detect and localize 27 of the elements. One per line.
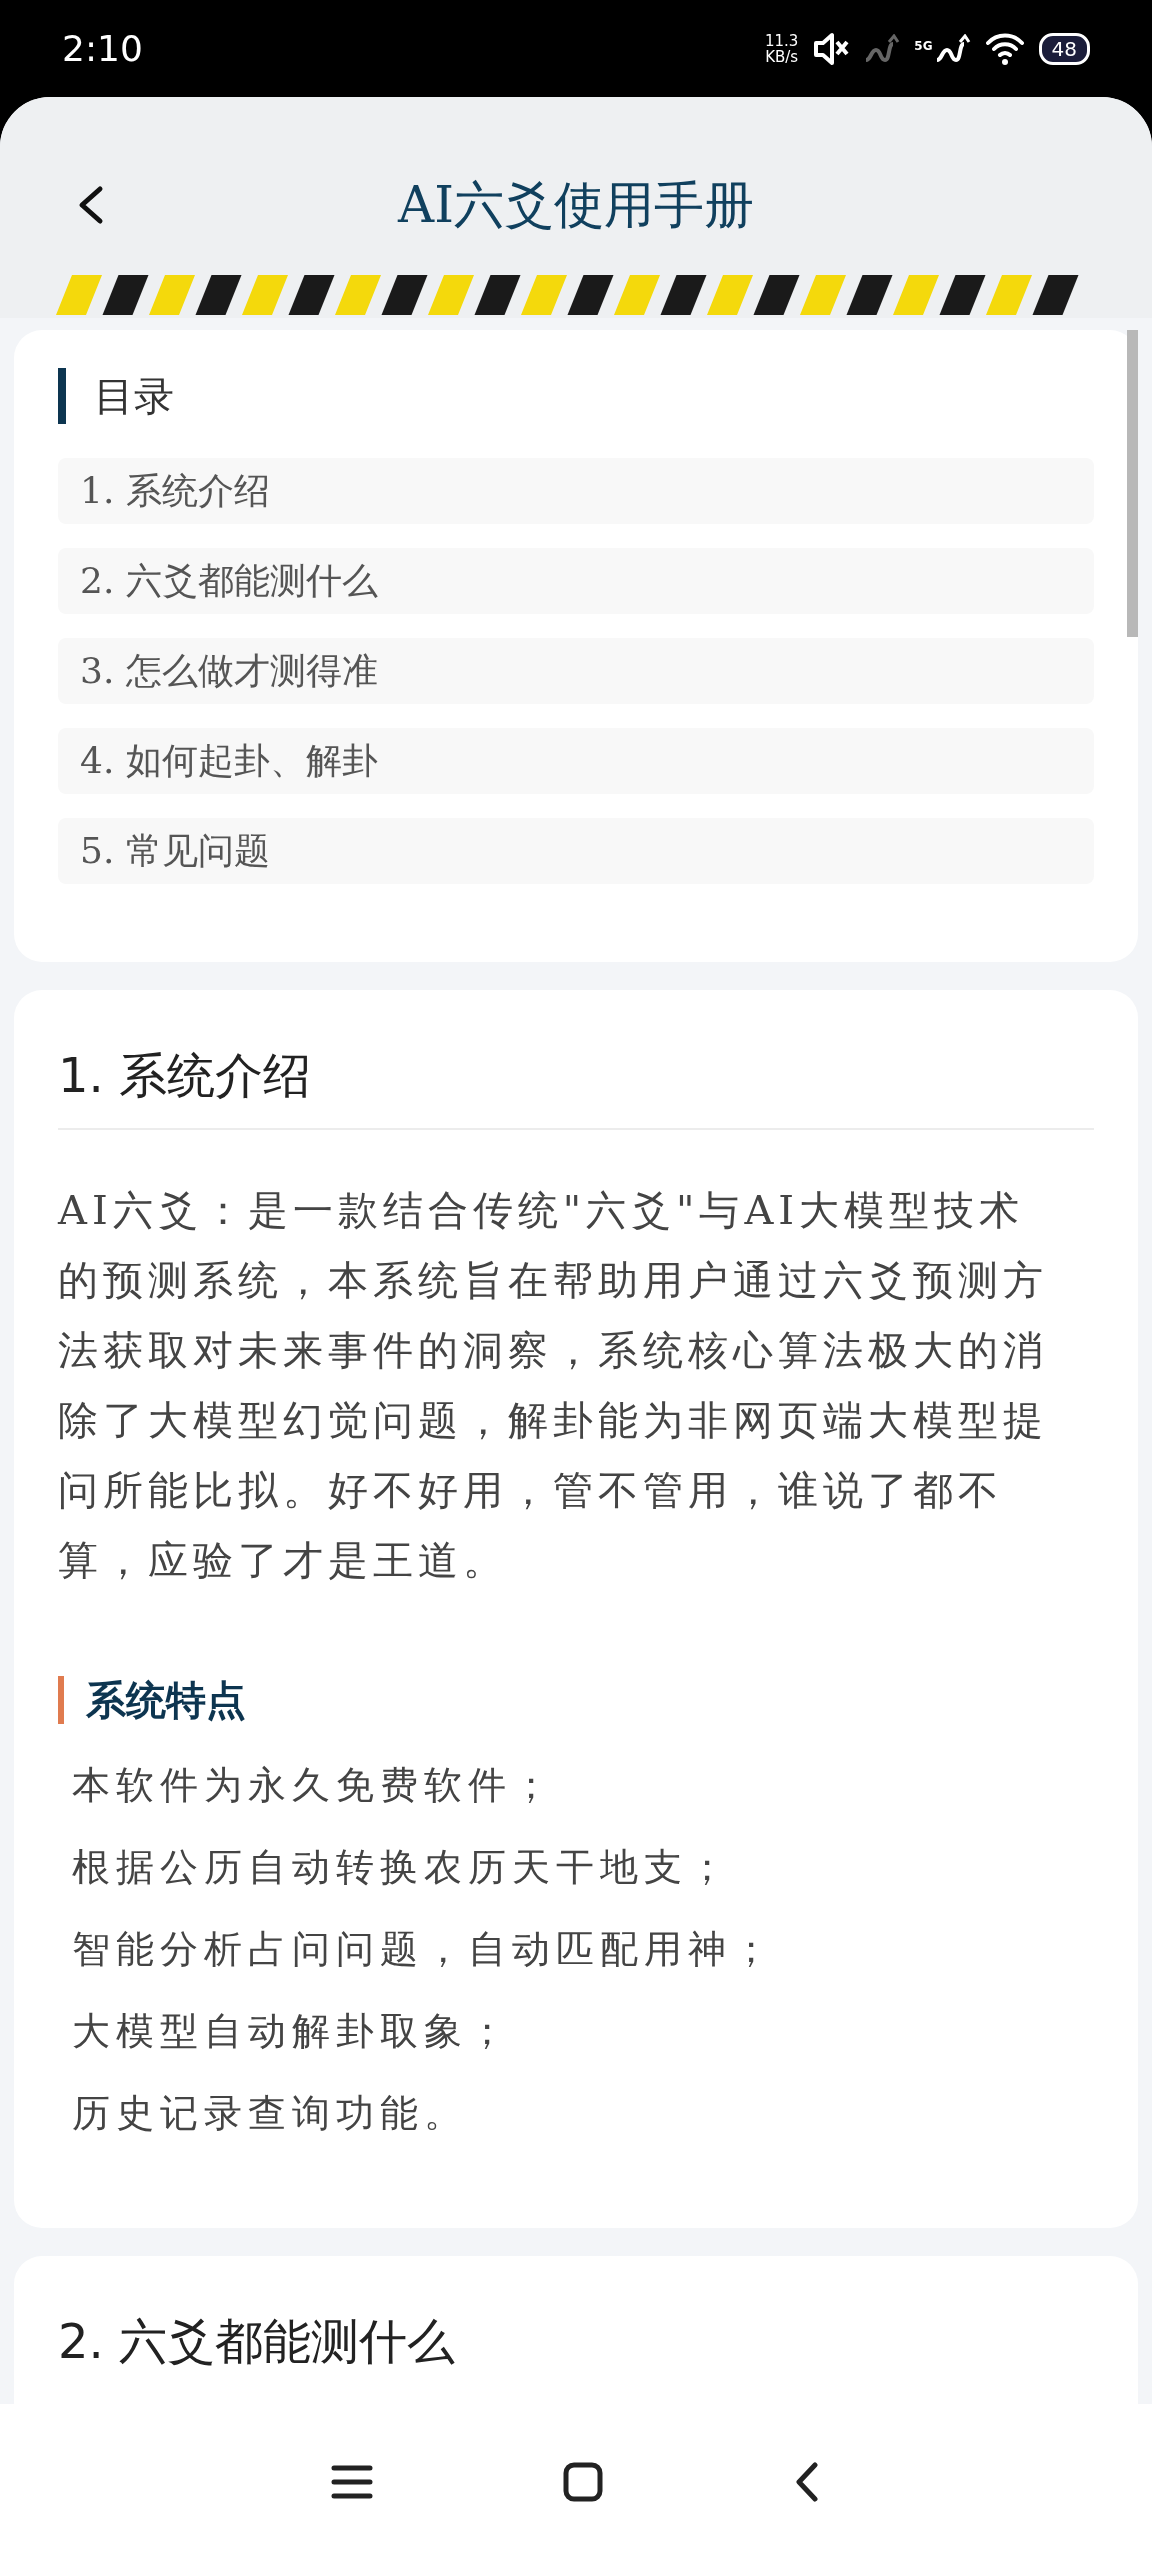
menu-icon[interactable] bbox=[331, 2464, 373, 2500]
toc-item[interactable]: 1. 系统介绍 bbox=[58, 458, 1094, 524]
feature-item: 本软件为永久免费软件； bbox=[71, 1762, 557, 1809]
network-speed: 11.3 bbox=[764, 32, 799, 49]
feature-item: 根据公历自动转换农历天干地支； bbox=[71, 1844, 733, 1891]
feature-item: 大模型自动解卦取象； bbox=[71, 2008, 513, 2055]
network-speed: KB/s bbox=[765, 48, 799, 65]
signal-icon bbox=[934, 33, 971, 64]
feature-item: 历史记录查询功能。 bbox=[71, 2090, 469, 2137]
toc-item[interactable]: 4. 如何起卦、解卦 bbox=[58, 728, 1094, 794]
toc-item[interactable]: 5. 常见问题 bbox=[58, 818, 1094, 884]
section-heading: 2. 六爻都能测什么 bbox=[58, 2312, 457, 2371]
toc-item[interactable]: 3. 怎么做才测得准 bbox=[58, 638, 1094, 704]
section-heading: 1. 系统介绍 bbox=[58, 1040, 1094, 1130]
section-paragraph: AI六爻：是一款结合传统"六爻"与AI大模型技术的预测系统，本系统旨在帮助用户通过六爻预测方法获取对未来事件的洞察，系统核心算法极大的消除了大模型幻觉问题，解卦能为非网页端大模型提问所能比拟。好不好用，管不管用，谁说了都不算，应验了才是王道。 bbox=[58, 1186, 1049, 1585]
page-title: AI六爻使用手册 bbox=[398, 174, 754, 236]
network-type: 5G bbox=[914, 38, 933, 53]
battery-indicator: 48 bbox=[1038, 32, 1090, 65]
back-icon[interactable] bbox=[793, 2462, 821, 2502]
home-icon[interactable] bbox=[563, 2462, 603, 2502]
subsection-heading: 系统特点 bbox=[58, 1676, 1094, 1724]
toc-item[interactable]: 2. 六爻都能测什么 bbox=[58, 548, 1094, 614]
toc-title: 目录 bbox=[58, 368, 1094, 424]
muted-speaker-icon bbox=[812, 30, 851, 67]
feature-item: 智能分析占问问题，自动匹配用神； bbox=[71, 1926, 777, 1973]
signal-icon bbox=[864, 33, 901, 64]
clock-time: 2:10 bbox=[62, 28, 143, 69]
